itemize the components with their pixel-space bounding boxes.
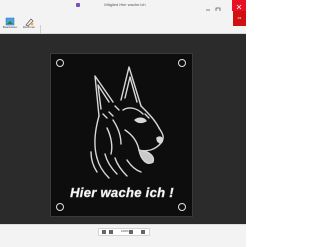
- edit-image-label: Bearbeiten: [2, 25, 18, 29]
- sign-caption: Hier wache ich !: [70, 185, 174, 201]
- toolbar: Bearbeiten Zeichnen: [0, 11, 246, 38]
- zoom-in-icon[interactable]: [109, 230, 113, 234]
- window-title: Mitglied Hier wache ich: [104, 2, 146, 7]
- status-bar: 100%: [0, 224, 246, 247]
- screw-hole-top-left: [56, 59, 64, 67]
- image-canvas[interactable]: Hier wache ich !: [0, 34, 246, 224]
- dog-sign-image: Hier wache ich !: [50, 53, 193, 217]
- fullscreen-icon[interactable]: [141, 230, 145, 234]
- screw-hole-bottom-left: [56, 203, 64, 211]
- screw-hole-bottom-right: [178, 203, 186, 211]
- zoom-out-icon[interactable]: [102, 230, 106, 234]
- zoom-level[interactable]: 100%: [121, 229, 129, 233]
- screw-hole-top-right: [178, 59, 186, 67]
- draw-button[interactable]: Zeichnen: [20, 14, 38, 31]
- maximize-button[interactable]: [214, 1, 222, 13]
- edit-image-button[interactable]: Bearbeiten: [1, 14, 19, 31]
- rotate-icon[interactable]: [129, 230, 133, 234]
- draw-label: Zeichnen: [22, 25, 36, 29]
- title-bar: Mitglied Hier wache ich: [0, 0, 246, 13]
- thumbnail-preview[interactable]: 1/1: [233, 11, 246, 26]
- minimize-button[interactable]: [204, 1, 212, 11]
- bottom-toolbar: 100%: [98, 228, 150, 236]
- thumbnail-label: 1/1: [237, 16, 242, 20]
- close-button[interactable]: [232, 0, 246, 11]
